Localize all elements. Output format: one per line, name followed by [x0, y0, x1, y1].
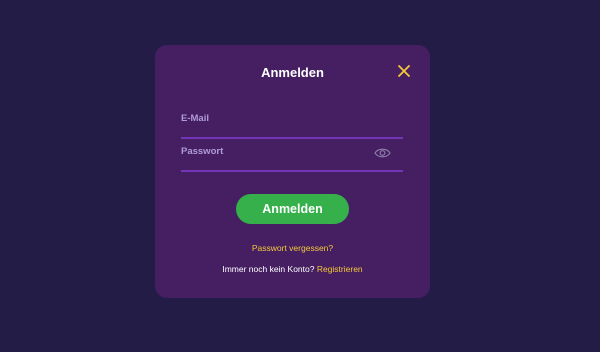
email-input[interactable] — [181, 111, 403, 137]
eye-icon[interactable] — [374, 147, 391, 159]
password-field[interactable]: Passwort — [181, 144, 403, 172]
dialog-title: Anmelden — [261, 65, 324, 80]
forgot-password-link[interactable]: Passwort vergessen? — [155, 243, 430, 253]
close-icon — [398, 65, 410, 77]
register-row: Immer noch kein Konto? Registrieren — [155, 264, 430, 274]
email-field[interactable]: E-Mail — [181, 111, 403, 139]
close-button[interactable] — [396, 63, 412, 79]
password-input[interactable] — [181, 144, 403, 170]
register-link[interactable]: Registrieren — [317, 264, 363, 274]
login-dialog: Anmelden E-Mail Passwort Anmelden Passwo… — [155, 45, 430, 298]
no-account-text: Immer noch kein Konto? — [222, 264, 317, 274]
login-button[interactable]: Anmelden — [236, 194, 349, 224]
